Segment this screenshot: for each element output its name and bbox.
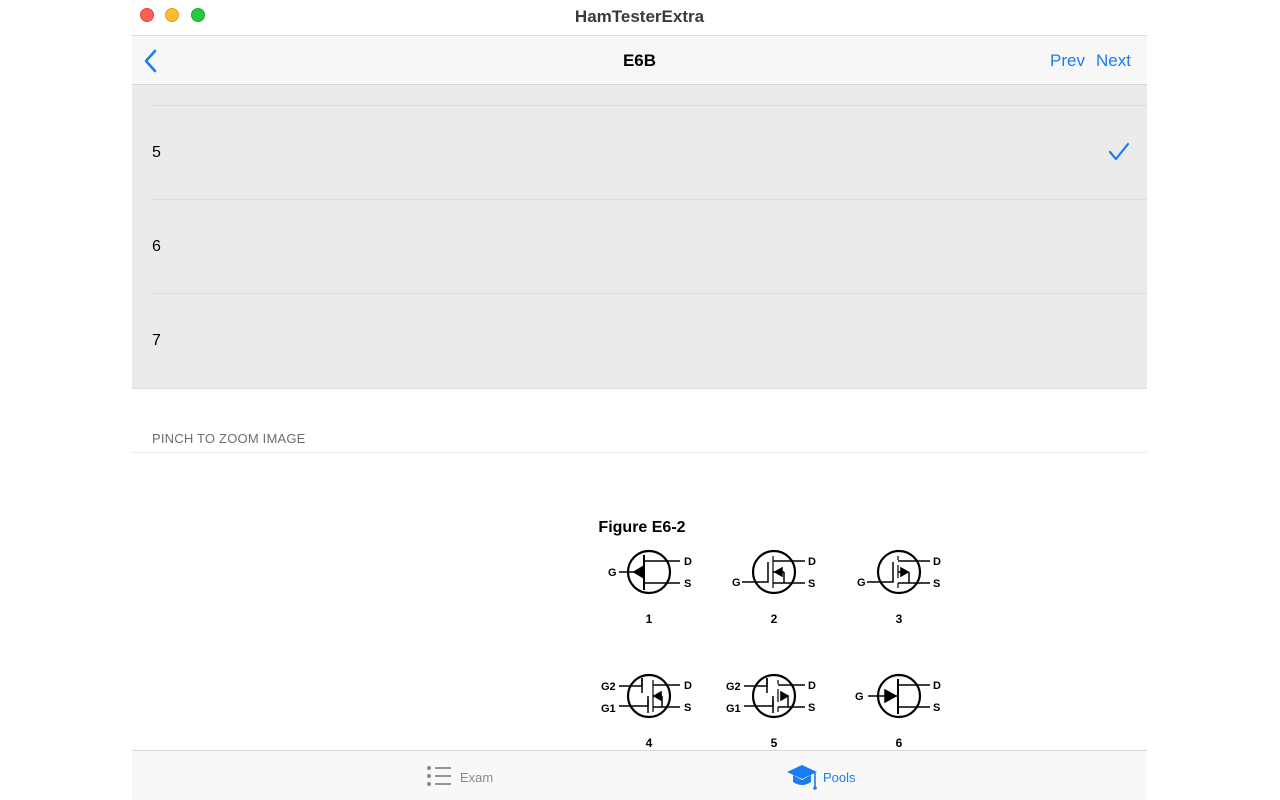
symbol-3-drain-label: D: [933, 556, 941, 568]
prev-button[interactable]: Prev: [1050, 51, 1085, 71]
symbol-5-number: 5: [771, 736, 778, 750]
symbol-6-source-label: S: [933, 702, 940, 714]
transistor-symbol-4: [619, 673, 680, 719]
tab-bar: Exam Pools: [132, 750, 1147, 800]
symbol-3-number: 3: [896, 612, 903, 626]
symbol-5-source-label: S: [808, 702, 815, 714]
answer-option-6[interactable]: 6: [132, 200, 1147, 294]
title-bar: HamTesterExtra: [132, 0, 1147, 36]
answer-label: 5: [152, 144, 161, 161]
symbol-6-gate-label: G: [855, 691, 864, 703]
symbol-4-gate2-label: G2: [601, 681, 616, 693]
symbol-4-drain-label: D: [684, 680, 692, 692]
symbol-4-source-label: S: [684, 702, 691, 714]
checkmark-icon: [1108, 142, 1130, 161]
section-divider: [132, 452, 1147, 453]
tab-pools-label: Pools: [823, 770, 856, 785]
window-title: HamTesterExtra: [574, 7, 705, 26]
answer-label: 6: [152, 238, 161, 255]
symbol-5-gate2-label: G2: [726, 681, 741, 693]
tab-pools[interactable]: Pools: [640, 751, 1147, 800]
transistor-symbol-6: [868, 673, 930, 719]
figure-e6-2-image-extended: G D S 3 G2 G1 D S 4 G2 G1 D S 5 G D S 6: [601, 549, 941, 750]
symbol-4-number: 4: [646, 736, 653, 750]
symbol-3-gate-label: G: [857, 577, 866, 589]
tab-exam[interactable]: Exam: [132, 751, 639, 800]
image-section-header: PINCH TO ZOOM IMAGE: [152, 431, 306, 446]
answer-option-5[interactable]: 5: [132, 106, 1147, 200]
graduation-cap-icon: [787, 765, 817, 790]
symbol-3-source-label: S: [933, 578, 940, 590]
answer-option-7[interactable]: 7: [132, 294, 1147, 388]
app-window: HamTesterExtra E6B Prev Next 5 6 7 PINCH…: [132, 0, 1147, 800]
transistor-symbol-3: [867, 549, 930, 595]
symbol-4-gate1-label: G1: [601, 703, 616, 715]
answer-label: 7: [152, 332, 161, 349]
navigation-bar: E6B Prev Next: [132, 36, 1147, 85]
symbol-6-number: 6: [896, 736, 903, 750]
tab-exam-label: Exam: [460, 770, 494, 785]
transistor-symbol-5: [744, 673, 805, 719]
page-title: E6B: [622, 51, 657, 70]
list-icon: [427, 766, 451, 786]
symbol-5-gate1-label: G1: [726, 703, 741, 715]
next-button[interactable]: Next: [1096, 51, 1131, 71]
answer-list: 5 6 7: [132, 85, 1147, 389]
symbol-5-drain-label: D: [808, 680, 816, 692]
symbol-6-drain-label: D: [933, 680, 941, 692]
